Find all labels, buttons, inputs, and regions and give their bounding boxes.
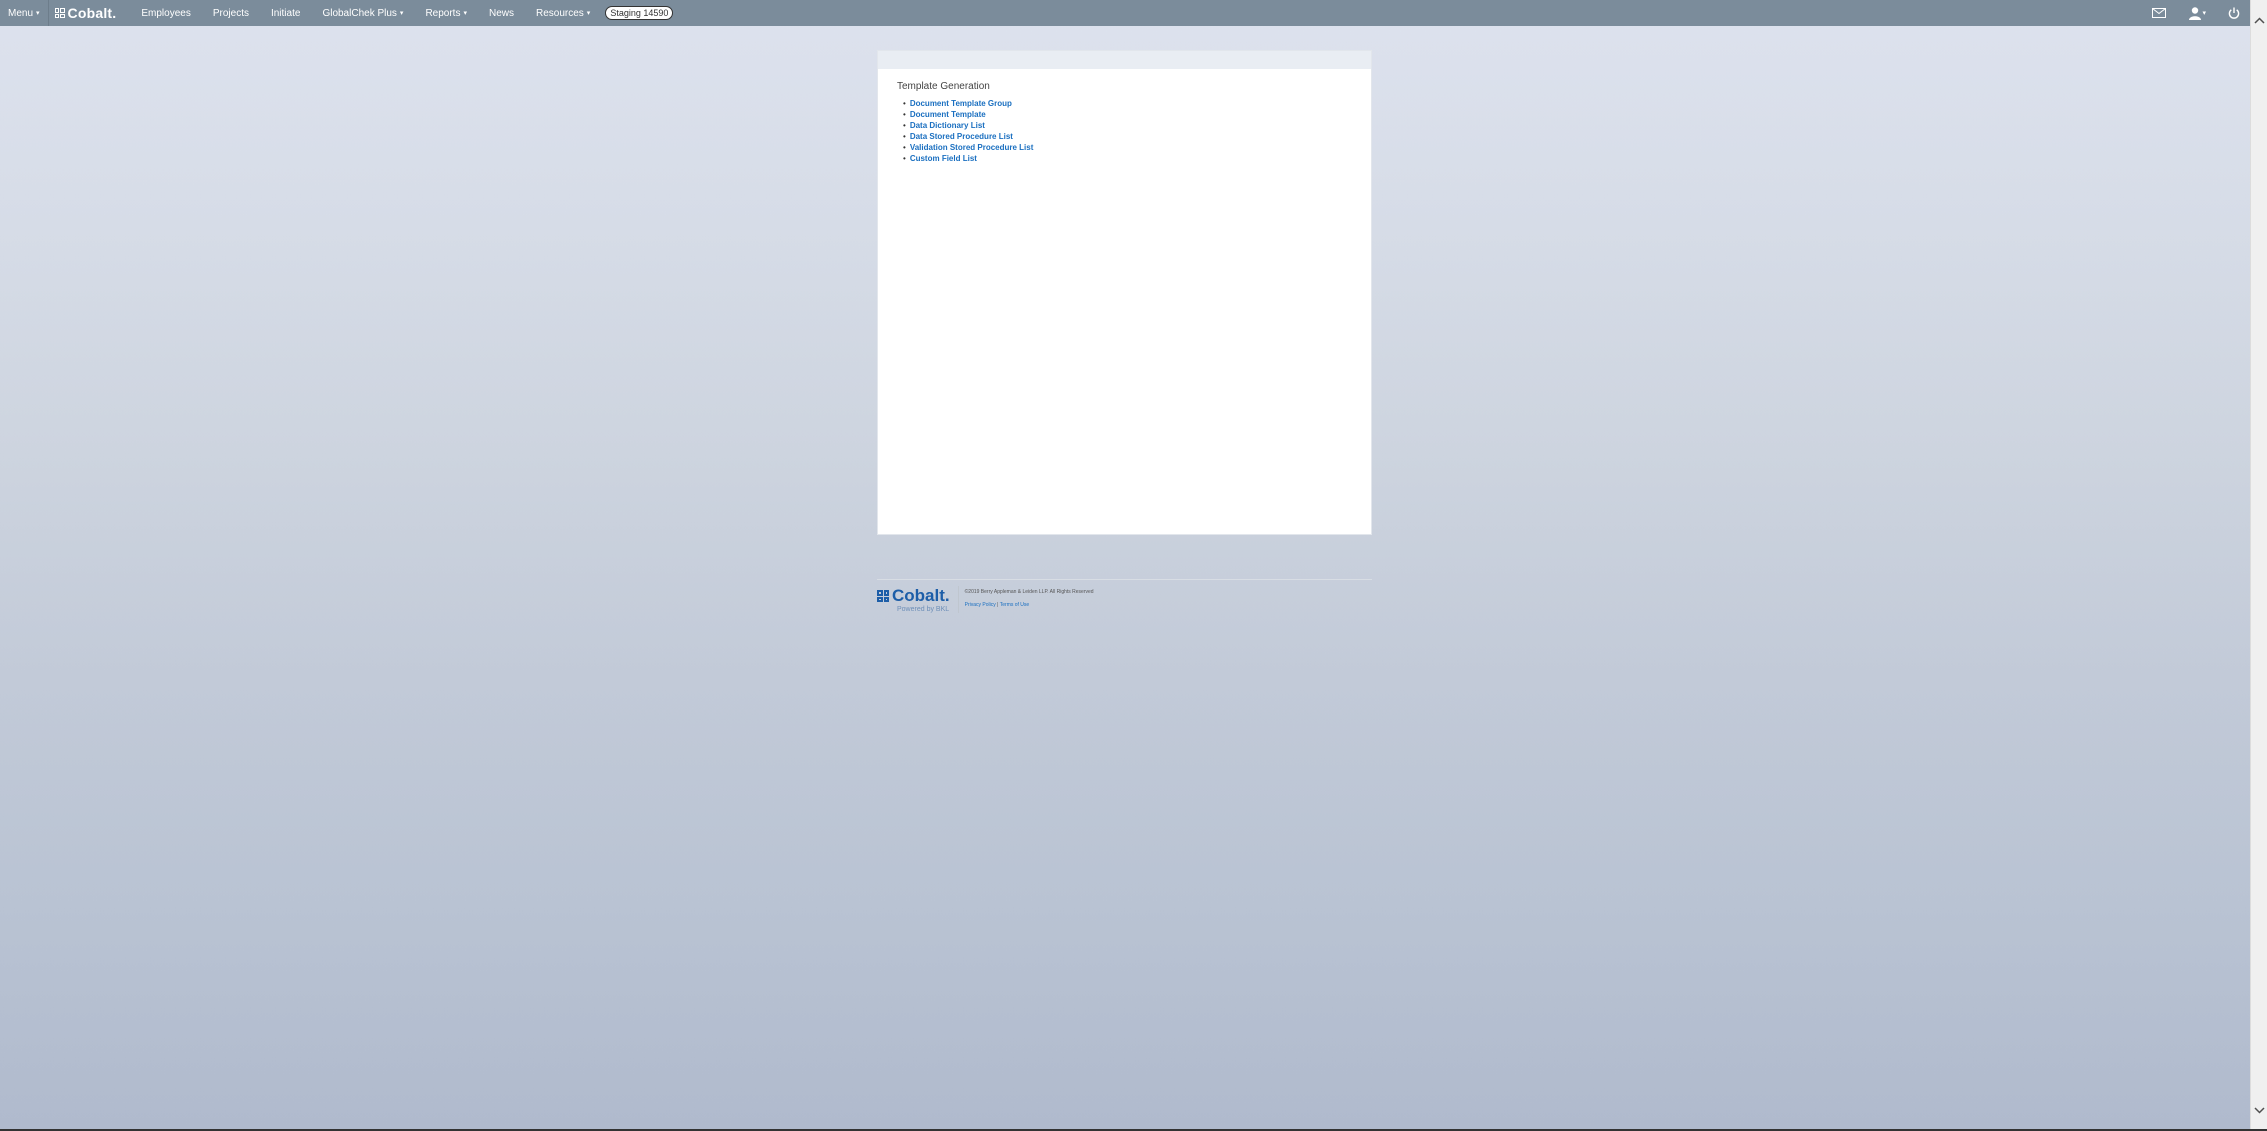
nav-globalchek-plus[interactable]: GlobalChek Plus ▾ [311, 0, 414, 26]
list-item: Document Template [903, 109, 1371, 120]
footer: Cobalt. Powered by BKL ©2019 Berry Apple… [877, 579, 1372, 613]
chevron-down-icon: ▾ [586, 10, 591, 17]
nav-projects[interactable]: Projects [202, 0, 260, 26]
nav-reports[interactable]: Reports ▾ [414, 0, 478, 26]
user-icon [2189, 7, 2202, 20]
privacy-policy-link[interactable]: Privacy Policy [965, 602, 996, 608]
list-item: Data Stored Procedure List [903, 131, 1371, 142]
vertical-scrollbar[interactable] [2250, 0, 2267, 1131]
cobalt-logo-icon [54, 8, 65, 18]
menu-button[interactable]: Menu ▾ [0, 0, 49, 26]
chevron-down-icon[interactable] [2251, 1102, 2267, 1119]
page-title: Template Generation [897, 81, 990, 92]
nav-employees[interactable]: Employees [130, 0, 201, 26]
chevron-down-icon: ▾ [399, 10, 404, 17]
power-icon[interactable] [2228, 7, 2240, 19]
panel-header [878, 51, 1371, 69]
mail-icon[interactable] [2152, 8, 2167, 18]
logo-text: Cobalt. [67, 5, 117, 21]
copyright-text: ©2019 Berry Appleman & Leiden LLP. All R… [964, 589, 1094, 595]
link-document-template[interactable]: Document Template [910, 109, 986, 120]
nav-resources[interactable]: Resources ▾ [525, 0, 601, 26]
link-validation-stored-procedure-list[interactable]: Validation Stored Procedure List [910, 142, 1034, 153]
chevron-up-icon[interactable] [2251, 12, 2267, 29]
cobalt-logo-icon [877, 590, 889, 602]
footer-logo: Cobalt. Powered by BKL [877, 586, 959, 613]
nav-news[interactable]: News [478, 0, 525, 26]
chevron-down-icon: ▾ [2202, 10, 2206, 17]
nav-globalchek-plus-label: GlobalChek Plus [322, 7, 397, 19]
top-navigation-bar: Menu ▾ Cobalt. Employees Projects Initia… [0, 0, 2250, 26]
content-panel: Template Generation Document Template Gr… [877, 50, 1372, 535]
footer-logo-text: Cobalt. [892, 586, 950, 605]
chevron-down-icon: ▾ [36, 10, 40, 17]
list-item: Custom Field List [903, 153, 1371, 164]
link-document-template-group[interactable]: Document Template Group [910, 98, 1012, 109]
chevron-down-icon: ▾ [463, 10, 467, 17]
nav-news-label: News [488, 7, 514, 19]
nav-initiate-label: Initiate [270, 7, 301, 19]
template-links: Document Template Group Document Templat… [903, 98, 1371, 164]
footer-separator: | [997, 602, 999, 608]
user-menu-button[interactable]: ▾ [2188, 6, 2206, 20]
nav-employees-label: Employees [141, 7, 191, 19]
list-item: Data Dictionary List [903, 120, 1371, 131]
link-data-stored-procedure-list[interactable]: Data Stored Procedure List [910, 131, 1013, 142]
footer-links: Privacy Policy | Terms of Use [965, 602, 1094, 608]
footer-logo-main: Cobalt. [877, 586, 950, 606]
nav-resources-label: Resources [535, 7, 584, 19]
nav-reports-label: Reports [425, 7, 461, 19]
list-item: Document Template Group [903, 98, 1371, 109]
cobalt-logo[interactable]: Cobalt. [49, 5, 131, 21]
menu-label: Menu [8, 7, 34, 19]
environment-badge: Staging 14590 [605, 6, 674, 20]
list-item: Validation Stored Procedure List [903, 142, 1371, 153]
nav-initiate[interactable]: Initiate [260, 0, 311, 26]
link-data-dictionary-list[interactable]: Data Dictionary List [910, 120, 985, 131]
nav-projects-label: Projects [212, 7, 249, 19]
link-custom-field-list[interactable]: Custom Field List [910, 153, 977, 164]
footer-text: ©2019 Berry Appleman & Leiden LLP. All R… [965, 586, 1094, 608]
footer-powered-by: Powered by BKL [897, 606, 950, 613]
terms-of-use-link[interactable]: Terms of Use [1000, 602, 1029, 608]
